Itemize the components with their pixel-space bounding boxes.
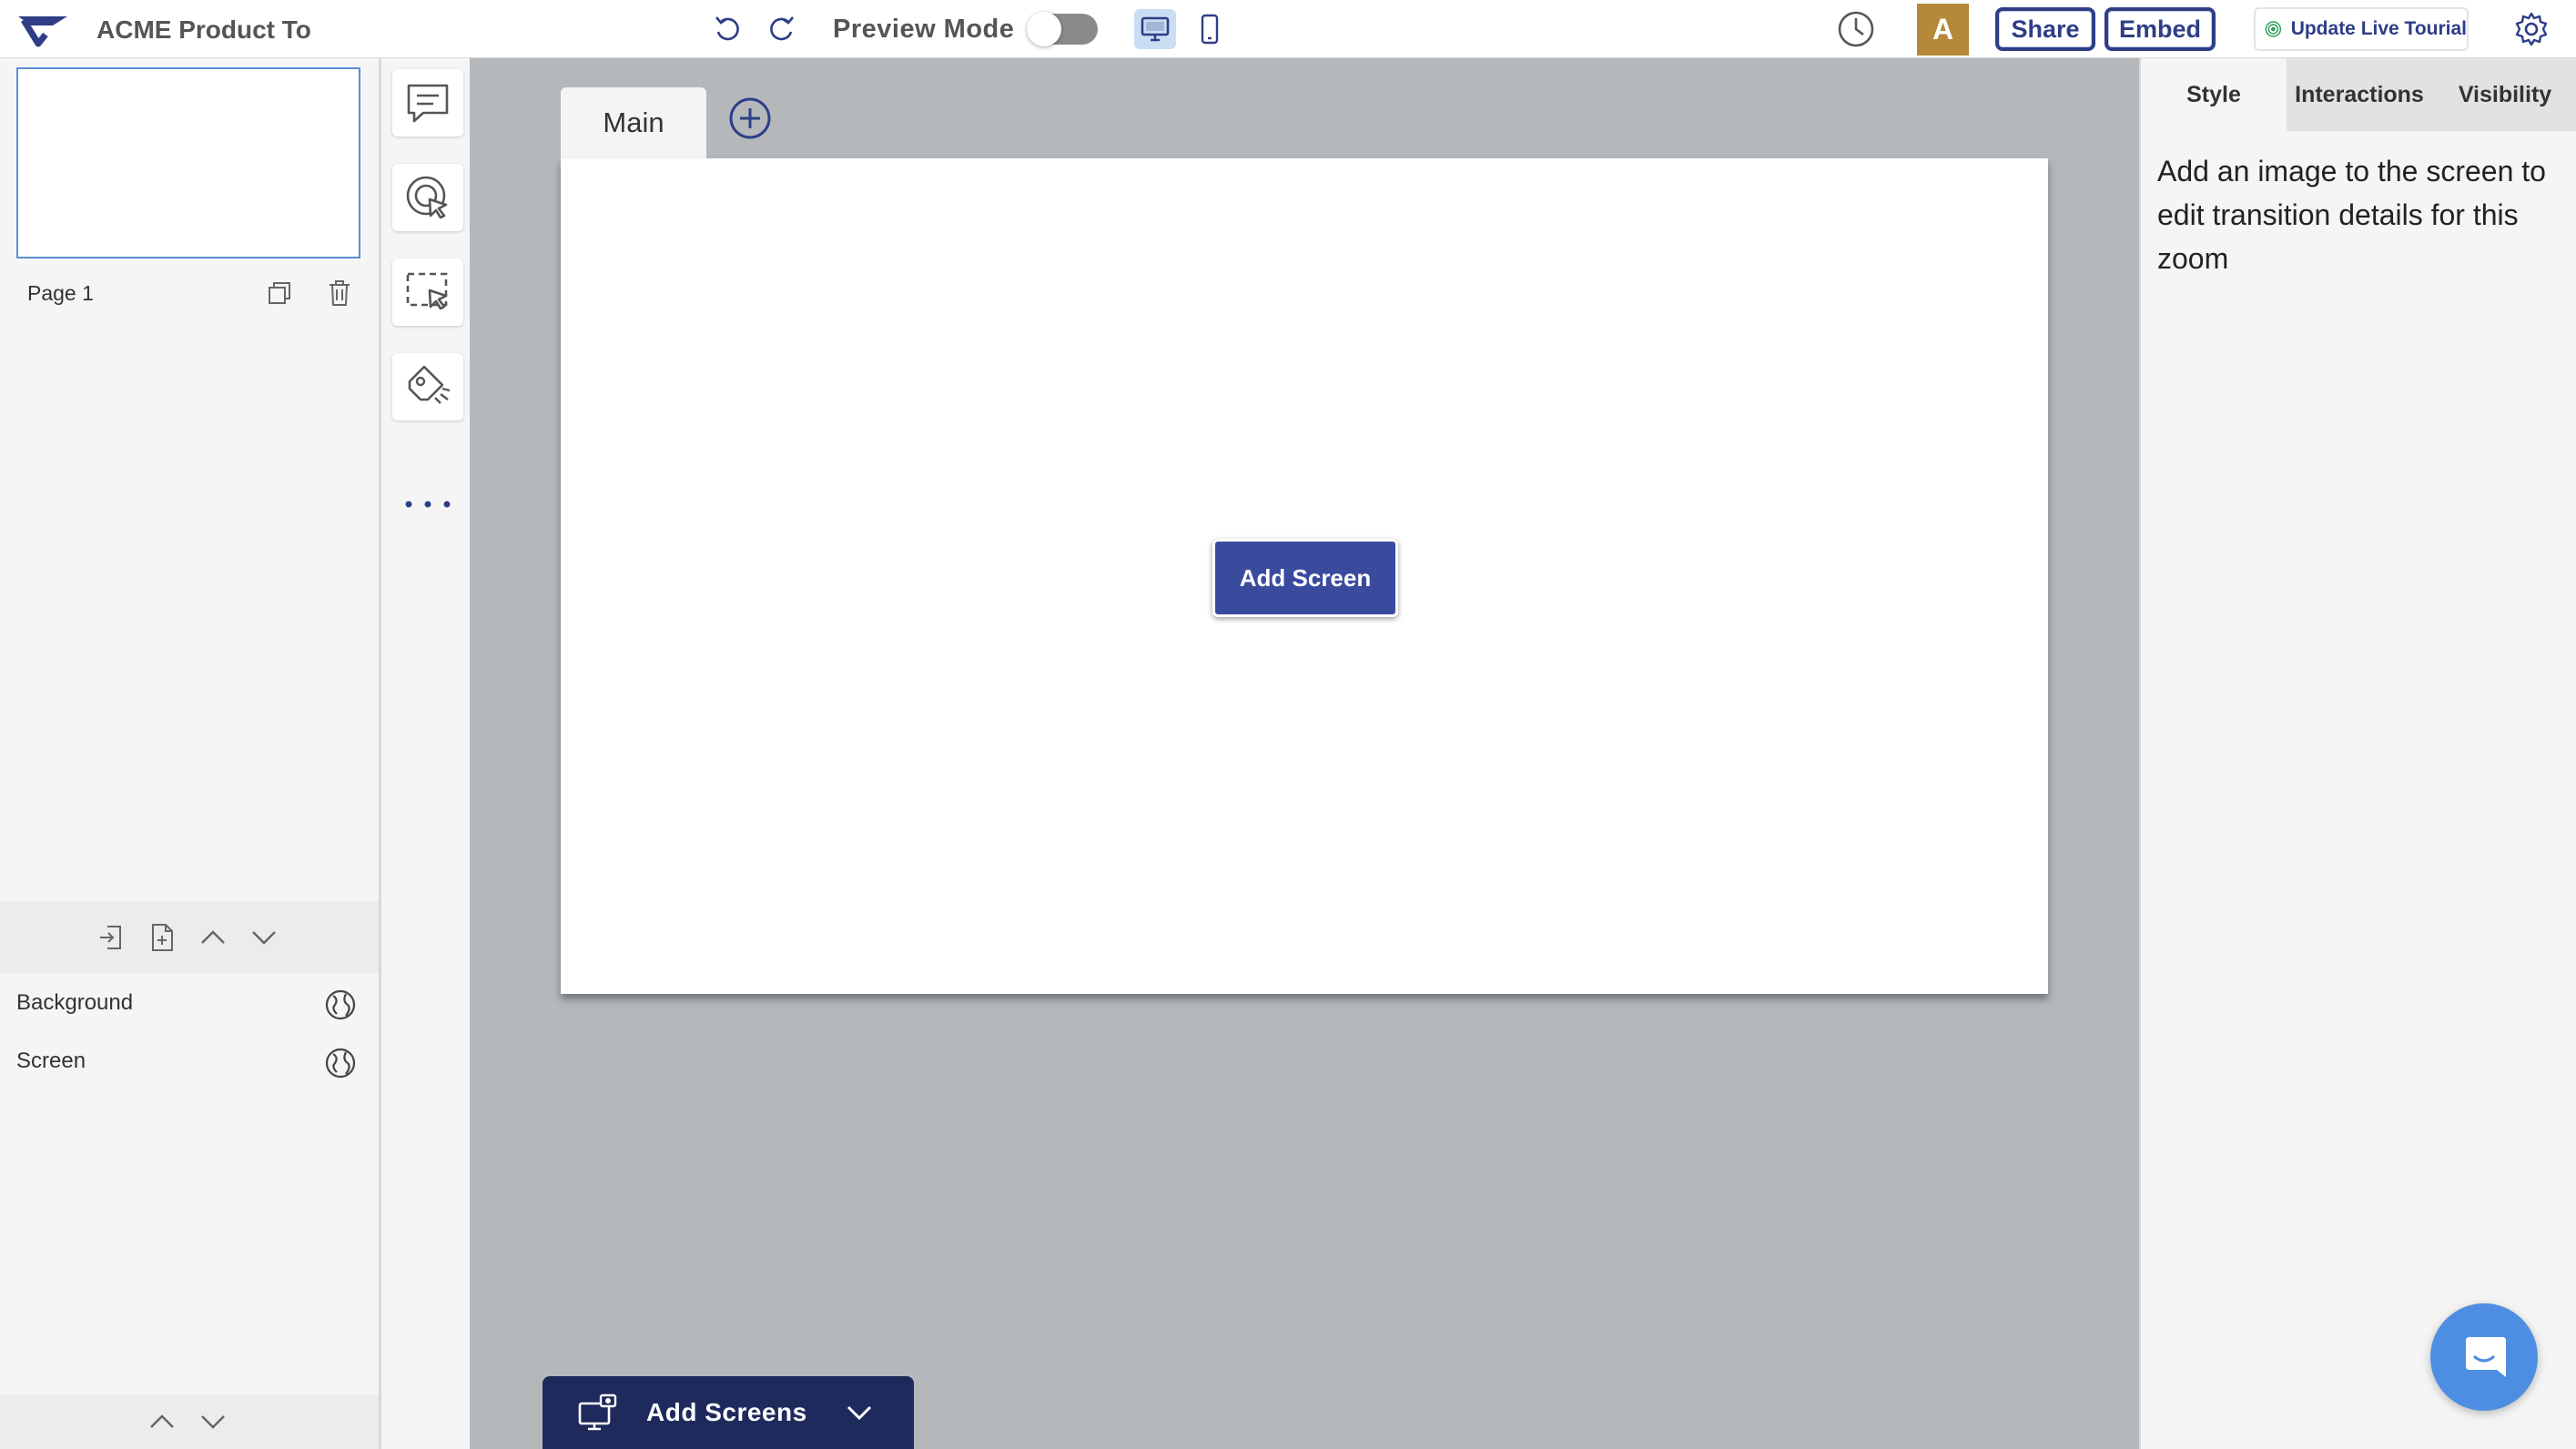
globe-icon[interactable] (322, 987, 359, 1023)
tab-visibility[interactable]: Visibility (2432, 58, 2576, 131)
avatar[interactable]: A (1917, 4, 1969, 56)
add-screens-bar[interactable]: Add Screens (543, 1376, 914, 1449)
hotspot-icon[interactable] (392, 164, 463, 231)
top-bar: ACME Product To Preview Mode A Share Emb… (0, 0, 2576, 58)
add-screens-icon (577, 1393, 619, 1433)
duplicate-page-icon[interactable] (259, 273, 300, 313)
gear-icon[interactable] (2509, 7, 2554, 51)
layer-toolbar (0, 901, 379, 974)
add-tab-icon[interactable] (726, 95, 774, 142)
update-live-tourial-button[interactable]: Update Live Tourial (2254, 7, 2469, 51)
mobile-icon (1201, 14, 1219, 45)
mobile-view-button[interactable] (1189, 9, 1231, 49)
layer-row[interactable]: Screen (0, 1034, 379, 1089)
globe-icon[interactable] (322, 1045, 359, 1081)
comment-icon[interactable] (392, 69, 463, 137)
tool-rail (379, 58, 470, 1449)
chevron-down-icon[interactable] (193, 1403, 233, 1440)
desktop-icon (1141, 16, 1170, 42)
desktop-view-button[interactable] (1134, 9, 1176, 49)
paint-icon[interactable] (392, 353, 463, 421)
layer-row[interactable]: Background (0, 976, 379, 1030)
layer-label: Screen (16, 1049, 86, 1073)
preview-mode-label: Preview Mode (833, 15, 1015, 44)
chevron-down-icon[interactable] (844, 1397, 875, 1428)
more-icon[interactable] (392, 486, 463, 522)
tab-interactions[interactable]: Interactions (2287, 58, 2432, 131)
layer-label: Background (16, 990, 134, 1015)
import-layer-icon[interactable] (91, 917, 131, 958)
add-screens-label: Add Screens (646, 1398, 807, 1426)
redo-icon[interactable] (761, 9, 801, 49)
pages-panel: Page 1 Background Screen (0, 58, 379, 1449)
delete-page-icon[interactable] (319, 273, 360, 313)
properties-tabs: Style Interactions Visibility (2141, 58, 2576, 131)
tab-main[interactable]: Main (561, 87, 706, 158)
page-label[interactable]: Page 1 (27, 280, 94, 306)
chevron-up-icon[interactable] (193, 917, 233, 958)
chevron-up-icon[interactable] (142, 1403, 182, 1440)
undo-icon[interactable] (708, 9, 748, 49)
app-title[interactable]: ACME Product To (96, 15, 311, 46)
select-area-icon[interactable] (392, 258, 463, 326)
panel-message: Add an image to the screen to edit trans… (2157, 155, 2546, 275)
page-thumbnail[interactable] (16, 67, 360, 258)
chat-launcher-button[interactable] (2430, 1303, 2538, 1411)
history-icon[interactable] (1833, 7, 1879, 51)
chat-icon (2466, 1337, 2506, 1377)
preview-mode-toggle[interactable] (1027, 12, 1098, 46)
embed-button[interactable]: Embed (2104, 7, 2216, 51)
share-button[interactable]: Share (1995, 7, 2095, 51)
chevron-down-icon[interactable] (244, 917, 284, 958)
add-layer-icon[interactable] (142, 917, 182, 958)
left-footer (0, 1394, 379, 1449)
logo-icon[interactable] (16, 13, 69, 51)
live-icon (2265, 21, 2282, 37)
tab-style[interactable]: Style (2141, 58, 2287, 131)
update-live-label: Update Live Tourial (2290, 18, 2467, 39)
canvas-area[interactable]: Main (470, 58, 2139, 1449)
toggle-knob (1027, 12, 1061, 46)
properties-panel: Style Interactions Visibility Add an ima… (2139, 58, 2576, 1449)
add-screen-button[interactable]: Add Screen (1212, 539, 1398, 617)
